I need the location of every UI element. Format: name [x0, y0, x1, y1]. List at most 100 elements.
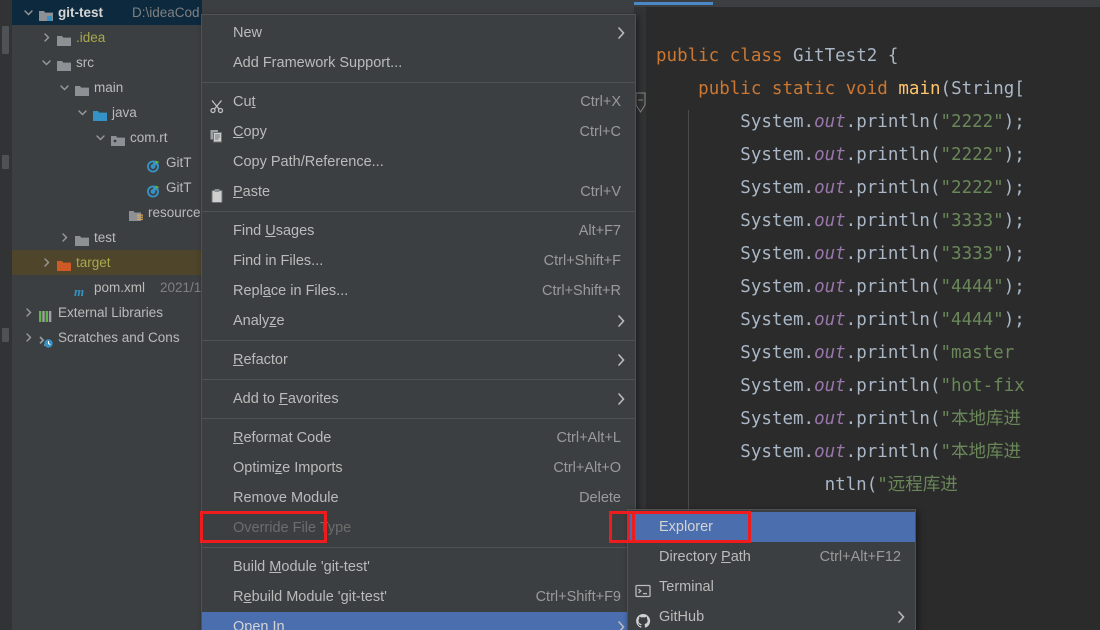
chevron-right-icon[interactable]: [40, 25, 52, 50]
menu-item-label: Add to Favorites: [233, 391, 339, 407]
code-fold-marker-icon[interactable]: [635, 92, 646, 114]
menu-item-cut[interactable]: Cut Ctrl+X: [202, 87, 635, 117]
menu-item-copy[interactable]: Copy Ctrl+C: [202, 117, 635, 147]
menu-item-label: Analyze: [233, 313, 285, 329]
code-line[interactable]: System.out.println("hot-fix: [656, 370, 1100, 403]
menu-item-label: Refactor: [233, 352, 288, 368]
tree-item-scratches-and-cons[interactable]: Scratches and Cons: [12, 325, 202, 350]
chevron-down-icon[interactable]: [94, 125, 106, 150]
menu-item-add-framework-support[interactable]: Add Framework Support...: [202, 48, 635, 78]
active-tab-underline: [634, 2, 713, 5]
tree-item-git-test[interactable]: git-test D:\ideaCod: [12, 0, 202, 25]
menu-item-directory-path[interactable]: Directory Path Ctrl+Alt+F12: [628, 542, 915, 572]
menu-item-shortcut: Delete: [579, 490, 621, 506]
menu-item-label: Terminal: [659, 579, 714, 595]
chevron-down-icon[interactable]: [40, 50, 52, 75]
chevron-right-icon[interactable]: [22, 325, 34, 350]
code-line[interactable]: System.out.println("4444");: [656, 304, 1100, 337]
code-line[interactable]: System.out.println("3333");: [656, 205, 1100, 238]
scroll-sliver[interactable]: [2, 155, 9, 169]
scroll-sliver[interactable]: [2, 328, 9, 342]
menu-item-add-to-favorites[interactable]: Add to Favorites: [202, 384, 635, 414]
menu-item-new[interactable]: New: [202, 18, 635, 48]
menu-item-explorer[interactable]: Explorer: [628, 512, 915, 542]
terminal-icon: [635, 572, 653, 602]
menu-item-reformat-code[interactable]: Reformat Code Ctrl+Alt+L: [202, 423, 635, 453]
tree-item-com-rt[interactable]: com.rt: [12, 125, 202, 150]
code-line[interactable]: System.out.println("2222");: [656, 172, 1100, 205]
project-tool-window[interactable]: git-test D:\ideaCod .idea src main java com.rt…: [12, 0, 202, 630]
chevron-right-icon[interactable]: [22, 300, 34, 325]
tree-item-idea[interactable]: .idea: [12, 25, 202, 50]
menu-item-label: New: [233, 25, 263, 41]
menu-item-build-module-git-test[interactable]: Build Module 'git-test': [202, 552, 635, 582]
open-in-submenu[interactable]: Explorer Directory Path Ctrl+Alt+F12 Termin…: [627, 509, 916, 630]
tree-item-main[interactable]: main: [12, 75, 202, 100]
menu-item-paste[interactable]: Paste Ctrl+V: [202, 177, 635, 207]
menu-item-label: Add Framework Support...: [233, 55, 403, 71]
tree-item-target[interactable]: target: [12, 250, 202, 275]
code-line[interactable]: System.out.println("2222");: [656, 139, 1100, 172]
menu-item-replace-in-files[interactable]: Replace in Files... Ctrl+Shift+R: [202, 276, 635, 306]
menu-item-find-in-files[interactable]: Find in Files... Ctrl+Shift+F: [202, 246, 635, 276]
tree-item-label: External Libraries: [58, 305, 164, 320]
menu-item-optimize-imports[interactable]: Optimize Imports Ctrl+Alt+O: [202, 453, 635, 483]
menu-item-override-file-type: Override File Type: [202, 513, 635, 543]
menu-item-rebuild-module-git-test[interactable]: Rebuild Module 'git-test' Ctrl+Shift+F9: [202, 582, 635, 612]
tree-item-src[interactable]: src: [12, 50, 202, 75]
menu-item-refactor[interactable]: Refactor: [202, 345, 635, 375]
menu-item-label: Replace in Files...: [233, 283, 349, 299]
tree-item-pom-xml[interactable]: m pom.xml 2021/1: [12, 275, 202, 300]
menu-item-terminal[interactable]: Terminal: [628, 572, 915, 602]
tree-item-label: main: [94, 80, 124, 95]
tree-item-gitt[interactable]: GitT: [12, 175, 202, 200]
menu-item-label: Explorer: [659, 519, 713, 535]
menu-item-open-in[interactable]: Open In: [202, 612, 635, 630]
tree-item-resources[interactable]: resources: [12, 200, 202, 225]
menu-separator: [202, 82, 635, 83]
code-line[interactable]: System.out.println("4444");: [656, 271, 1100, 304]
tree-item-external-libraries[interactable]: External Libraries: [12, 300, 202, 325]
chevron-right-icon: [614, 612, 628, 630]
menu-item-label: Copy: [233, 124, 267, 140]
scroll-sliver[interactable]: [2, 26, 9, 54]
code-line[interactable]: ntln("远程库进: [656, 469, 1100, 502]
code-text[interactable]: public class GitTest2 { public static vo…: [656, 40, 1100, 502]
tree-item-label: test: [94, 230, 116, 245]
libraries-icon: [38, 300, 55, 325]
menu-item-find-usages[interactable]: Find Usages Alt+F7: [202, 216, 635, 246]
tree-item-gitt[interactable]: GitT: [12, 150, 202, 175]
tree-item-label: target: [76, 255, 111, 270]
code-line[interactable]: System.out.println("本地库进: [656, 436, 1100, 469]
tree-item-java[interactable]: java: [12, 100, 202, 125]
menu-item-remove-module[interactable]: Remove Module Delete: [202, 483, 635, 513]
menu-separator: [202, 547, 635, 548]
menu-item-copy-path-reference[interactable]: Copy Path/Reference...: [202, 147, 635, 177]
tree-item-suffix: 2021/1: [160, 280, 202, 295]
tree-item-label: Scratches and Cons: [58, 330, 180, 345]
menu-item-label: Open In: [233, 619, 285, 630]
code-line[interactable]: System.out.println("2222");: [656, 106, 1100, 139]
chevron-right-icon[interactable]: [40, 250, 52, 275]
menu-item-shortcut: Ctrl+X: [580, 94, 621, 110]
menu-item-shortcut: Ctrl+C: [579, 124, 622, 140]
code-line[interactable]: System.out.println("3333");: [656, 238, 1100, 271]
menu-item-analyze[interactable]: Analyze: [202, 306, 635, 336]
copy-icon: [209, 117, 227, 147]
code-line[interactable]: System.out.println("本地库进: [656, 403, 1100, 436]
menu-item-github[interactable]: GitHub: [628, 602, 915, 630]
tree-item-test[interactable]: test: [12, 225, 202, 250]
chevron-down-icon[interactable]: [76, 100, 88, 125]
chevron-down-icon[interactable]: [58, 75, 70, 100]
menu-separator: [202, 418, 635, 419]
code-line[interactable]: public class GitTest2 {: [656, 40, 1100, 73]
chevron-right-icon: [614, 384, 628, 414]
chevron-right-icon[interactable]: [58, 225, 70, 250]
editor-tab-strip[interactable]: [634, 0, 1100, 7]
code-line[interactable]: public static void main(String[: [656, 73, 1100, 106]
folder-icon: [56, 25, 73, 50]
context-menu[interactable]: New Add Framework Support... Cut Ctrl+X Copy…: [201, 14, 636, 630]
code-line[interactable]: System.out.println("master: [656, 337, 1100, 370]
chevron-down-icon[interactable]: [22, 0, 34, 25]
folder-icon: [56, 50, 73, 75]
